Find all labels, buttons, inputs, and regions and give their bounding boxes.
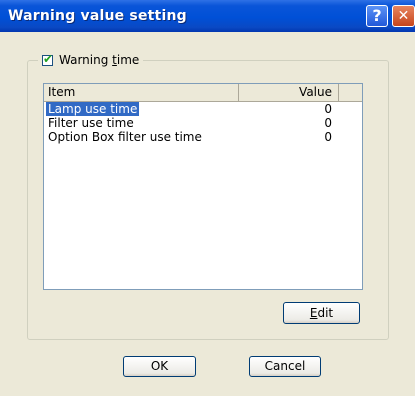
ok-button[interactable]: OK: [123, 356, 196, 377]
warning-time-checkbox[interactable]: ✔: [42, 51, 54, 66]
column-header-filler: [339, 84, 362, 101]
list-row-option-box-filter-use-time[interactable]: Option Box filter use time 0: [44, 130, 362, 144]
dialog-window: Warning value setting ? ✕ ✔ Warning time…: [0, 0, 415, 396]
checkmark-icon: ✔: [43, 51, 54, 66]
column-header-value[interactable]: Value: [239, 84, 339, 101]
warning-items-listview[interactable]: Item Value Lamp use time 0 Filter use ti…: [43, 83, 363, 290]
list-item-label: Filter use time: [48, 116, 134, 130]
list-row-lamp-use-time[interactable]: Lamp use time 0: [44, 102, 362, 116]
column-header-item[interactable]: Item: [44, 84, 239, 101]
help-icon: ?: [372, 6, 382, 25]
warning-time-label: Warning time: [59, 53, 140, 67]
list-item-value: 0: [324, 116, 332, 130]
list-item-value: 0: [324, 102, 332, 116]
close-icon: ✕: [397, 8, 410, 24]
window-title: Warning value setting: [8, 8, 187, 24]
edit-button[interactable]: Edit: [283, 302, 360, 324]
warning-time-checkbox-row[interactable]: ✔ Warning time: [38, 50, 144, 70]
list-item-label: Option Box filter use time: [48, 130, 202, 144]
list-item-value: 0: [324, 130, 332, 144]
title-bar[interactable]: Warning value setting ? ✕: [0, 0, 415, 32]
help-button[interactable]: ?: [366, 5, 388, 27]
list-header: Item Value: [44, 84, 362, 102]
close-button[interactable]: ✕: [392, 5, 415, 27]
list-row-filter-use-time[interactable]: Filter use time 0: [44, 116, 362, 130]
cancel-button[interactable]: Cancel: [249, 356, 321, 377]
list-item-label: Lamp use time: [46, 102, 140, 116]
